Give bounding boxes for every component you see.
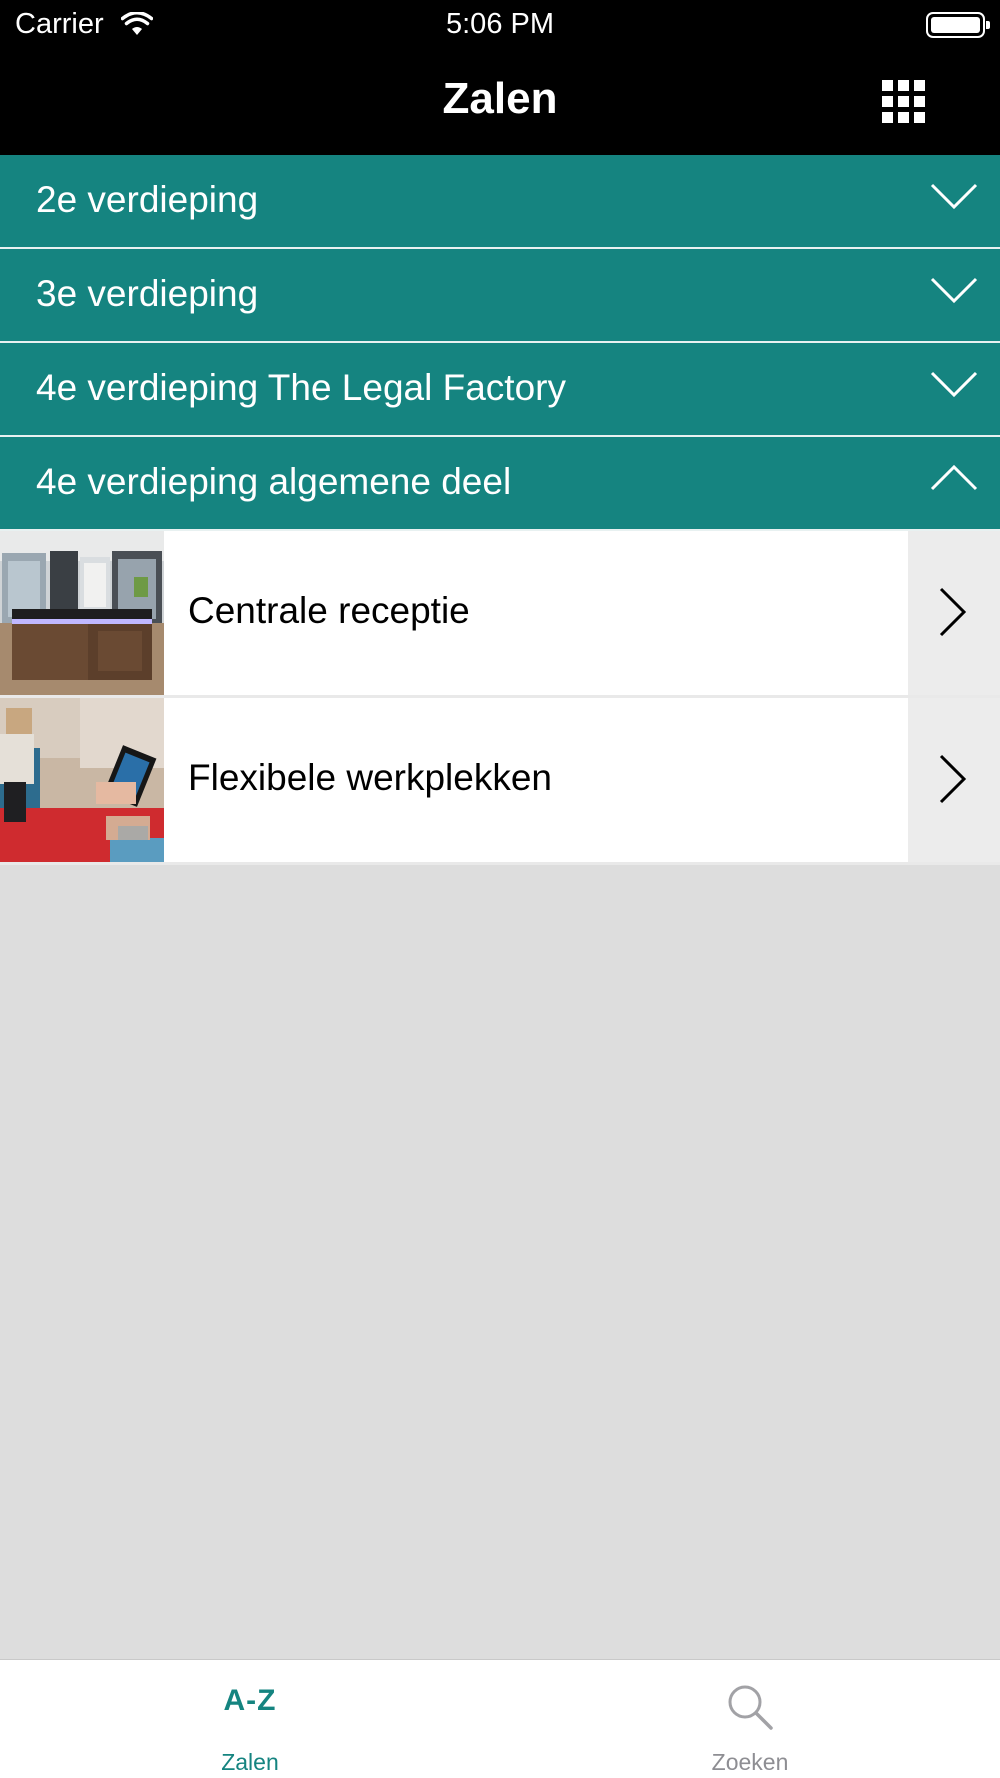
grid-icon: [882, 80, 925, 123]
section-label: 4e verdieping algemene deel: [36, 461, 512, 502]
battery-icon: [926, 12, 990, 38]
navigation-bar: Zalen: [0, 50, 1000, 155]
room-thumbnail: [0, 698, 164, 862]
room-row-centrale-receptie[interactable]: Centrale receptie: [0, 531, 1000, 695]
tab-zoeken[interactable]: Zoeken: [500, 1660, 1000, 1778]
room-row-flexibele-werkplekken[interactable]: Flexibele werkplekken: [0, 698, 1000, 862]
section-label: 2e verdieping: [36, 179, 259, 220]
room-thumbnail: [0, 531, 164, 695]
section-4e-verdieping-legal-factory[interactable]: 4e verdieping The Legal Factory: [0, 343, 1000, 435]
section-3e-verdieping[interactable]: 3e verdieping: [0, 249, 1000, 341]
section-label: 3e verdieping: [36, 273, 259, 314]
section-label: 4e verdieping The Legal Factory: [36, 367, 566, 408]
room-detail-button[interactable]: [908, 531, 1000, 695]
chevron-right-icon: [939, 754, 967, 804]
page-title: Zalen: [442, 74, 558, 123]
room-label: Flexibele werkplekken: [188, 757, 553, 798]
chevron-down-icon: [930, 371, 978, 398]
az-icon: A-Z: [223, 1684, 277, 1717]
tab-label: Zoeken: [711, 1749, 789, 1775]
room-detail-button[interactable]: [908, 698, 1000, 862]
chevron-down-icon: [930, 277, 978, 304]
chevron-right-icon: [939, 587, 967, 637]
status-time: 5:06 PM: [446, 8, 554, 40]
grid-menu-button[interactable]: [874, 72, 934, 132]
chevron-up-icon: [930, 464, 978, 491]
divider: [0, 862, 1000, 865]
status-bar: Carrier 5:06 PM: [0, 0, 1000, 50]
tab-bar: A-Z Zalen Zoeken: [0, 1659, 1000, 1778]
room-label: Centrale receptie: [188, 590, 470, 631]
search-icon: [728, 1685, 773, 1730]
chevron-down-icon: [930, 183, 978, 210]
section-4e-verdieping-algemene-deel[interactable]: 4e verdieping algemene deel: [0, 437, 1000, 529]
tab-zalen[interactable]: A-Z Zalen: [0, 1660, 500, 1778]
section-2e-verdieping[interactable]: 2e verdieping: [0, 155, 1000, 247]
tab-label: Zalen: [221, 1749, 279, 1775]
